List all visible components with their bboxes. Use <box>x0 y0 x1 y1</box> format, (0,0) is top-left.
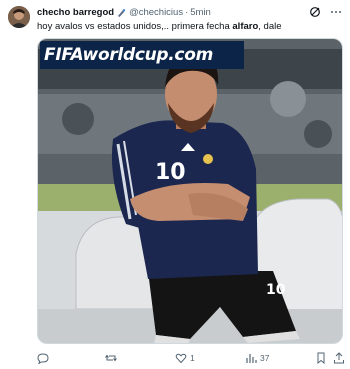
like-count: 1 <box>190 353 195 363</box>
timestamp[interactable]: 5min <box>190 6 211 20</box>
retweet-icon <box>105 354 117 362</box>
bookmark-icon <box>317 352 325 364</box>
views-button[interactable]: 37 <box>245 350 269 366</box>
emoji-badge-icon <box>116 8 126 18</box>
jersey-number: 10 <box>155 160 186 185</box>
tweet-text-part: , dale <box>258 21 282 32</box>
photo-soccer-player-sitting: 10 10 <box>38 39 342 343</box>
grok-icon[interactable] <box>309 5 321 17</box>
reply-button[interactable] <box>37 350 52 366</box>
user-handle[interactable]: @chechicius <box>129 6 183 20</box>
tweet-header: checho barregod @chechicius · 5min <box>37 6 211 20</box>
bookmark-button[interactable] <box>315 350 327 366</box>
action-bar: 1 37 <box>37 350 345 366</box>
share-button[interactable] <box>333 350 345 366</box>
tweet-text: hoy avalos vs estados unidos,.. primera … <box>37 20 282 34</box>
views-chart-icon <box>246 354 257 363</box>
more-options-icon[interactable] <box>330 5 342 17</box>
tweet-text-bold: alfaro <box>232 21 259 32</box>
separator-dot: · <box>185 7 189 18</box>
retweet-button[interactable] <box>105 350 120 366</box>
reply-icon <box>37 353 49 364</box>
watermark-logo: FIFAworldcup.com <box>40 41 244 69</box>
header-icons <box>309 5 342 17</box>
display-name[interactable]: checho barregod <box>37 6 114 20</box>
heart-icon <box>175 353 187 364</box>
like-button[interactable]: 1 <box>175 350 195 366</box>
tweet-text-part: hoy avalos vs estados unidos,.. primera … <box>37 21 233 32</box>
share-icon <box>334 352 344 364</box>
shorts-number: 10 <box>266 282 286 298</box>
tweet-image[interactable]: 10 10 FIFAworldcup.com <box>37 38 343 344</box>
views-count: 37 <box>260 353 270 363</box>
avatar[interactable] <box>8 6 30 28</box>
